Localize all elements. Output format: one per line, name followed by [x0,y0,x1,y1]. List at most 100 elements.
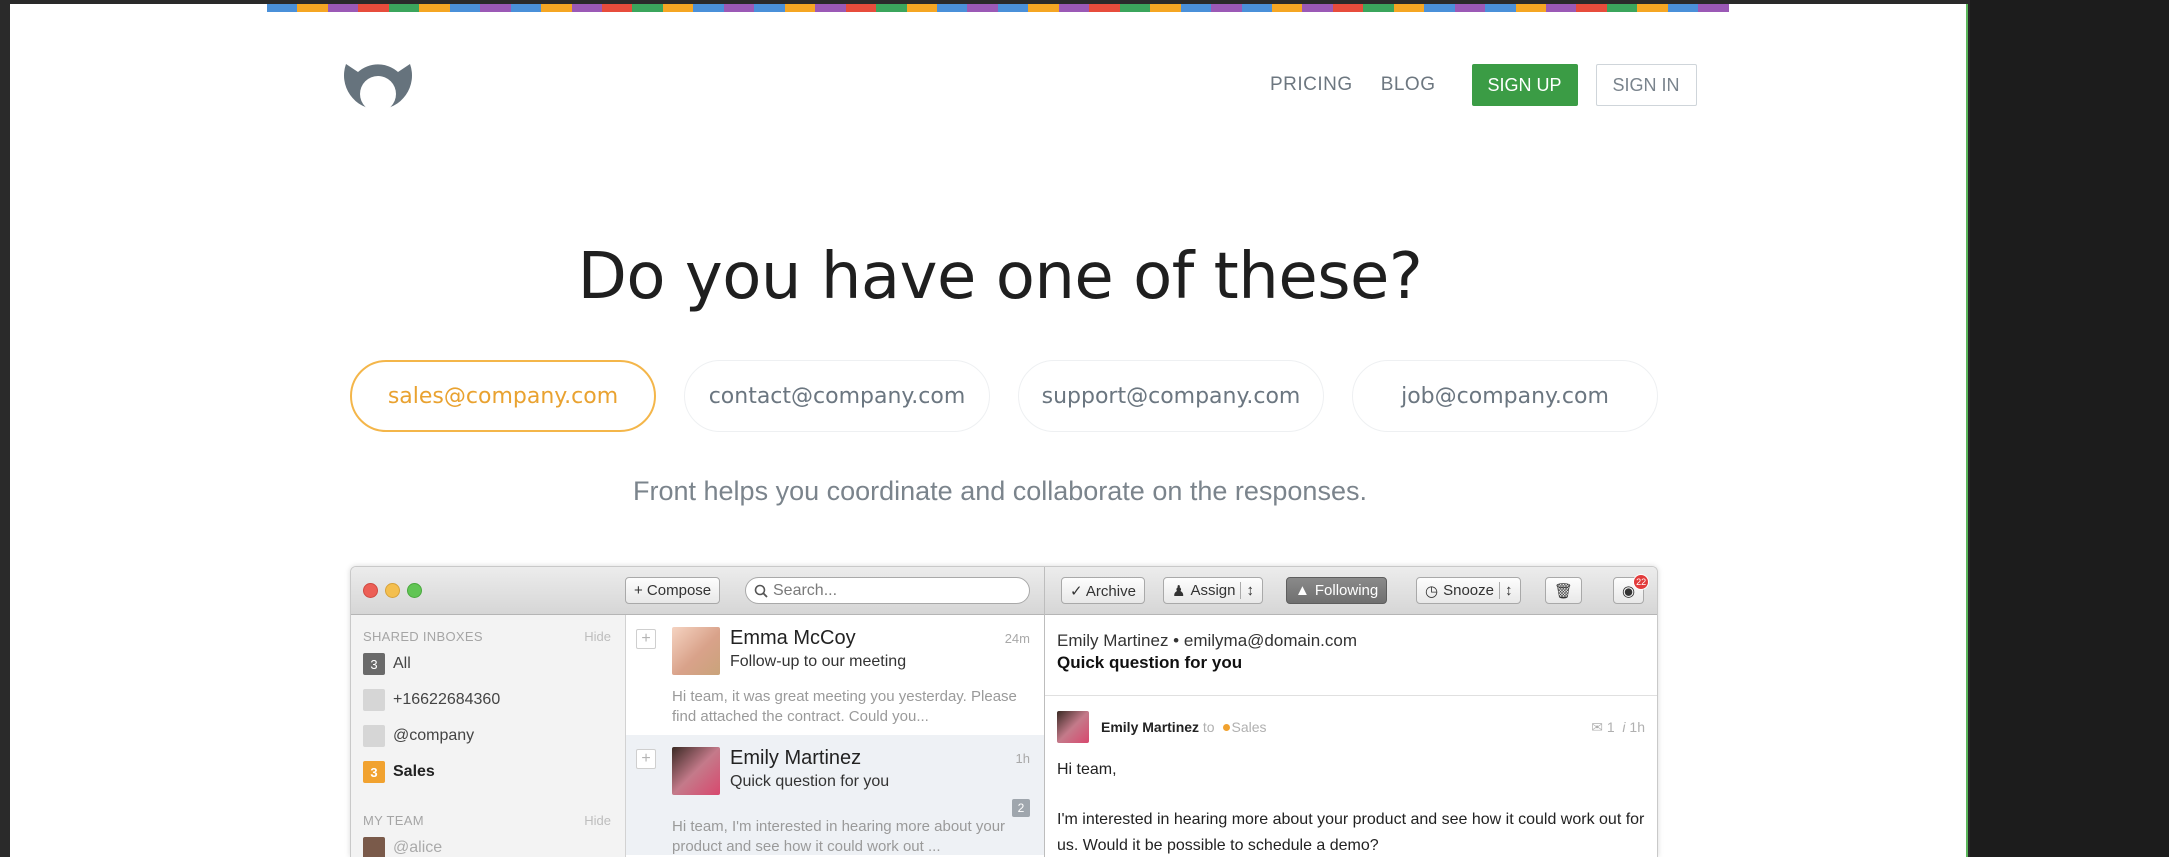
front-logo-icon[interactable] [338,58,418,124]
preview-text: Hi team, I'm interested in hearing more … [672,818,1006,855]
stripe-segment [327,4,359,12]
stripe-segment [815,4,846,12]
stripe-segment [1576,4,1607,12]
sign-up-button[interactable]: SIGN UP [1471,64,1578,106]
inbox-dot-icon [1222,724,1230,731]
avatar [1057,711,1089,743]
sign-in-button[interactable]: SIGN IN [1595,64,1697,106]
email-pill-support[interactable]: support@company.com [1018,360,1324,432]
hero-headline: Do you have one of these? [577,240,1423,314]
right-panel [1970,0,2169,857]
stepper-icon: ↕ [1240,582,1254,599]
plus-icon[interactable]: + [636,629,656,649]
avatar [672,627,720,675]
stripe-segment [571,4,602,12]
stripe-segment [541,4,572,12]
zoom-window-icon[interactable] [407,583,422,598]
stripe-segment [1332,4,1364,12]
search-input[interactable]: Search... [745,577,1030,604]
stripe-segment [1211,4,1242,12]
inbox-icon [363,725,385,747]
avatar [363,837,385,857]
message-count-badge: 2 [1012,799,1030,817]
message-time: 1h [1629,719,1645,735]
sidebar-item-label: +16622684360 [393,691,501,708]
stripe-segment [693,4,724,12]
list-item[interactable]: + Emma McCoy Follow-up to our meeting 24… [626,615,1044,735]
sidebar-item-all[interactable]: 3 All [363,653,411,675]
list-item[interactable]: + Emily Martinez Quick question for you … [626,735,1044,855]
stepper-icon: ↕ [1498,582,1512,599]
color-stripe [267,4,1729,12]
close-window-icon[interactable] [363,583,378,598]
following-button[interactable]: ▲ Following [1286,577,1388,604]
count-badge: 3 [363,761,385,783]
sidebar-item-label: Sales [393,763,435,780]
stripe-segment [1150,4,1181,12]
message-from: Emily Martinez • emilyma@domain.com [1057,631,1357,650]
assign-label: Assign [1190,582,1236,599]
divider [1045,695,1657,696]
notifications-button[interactable]: ◉ 22 [1613,574,1650,604]
stripe-segment [449,4,481,12]
stripe-segment [601,4,633,12]
info-icon[interactable]: i [1622,719,1625,735]
bell-icon: ▲ [1295,582,1310,599]
stripe-segment [480,4,511,12]
plus-icon[interactable]: + [636,749,656,769]
my-team-heading: MY TEAM [363,813,424,828]
stripe-segment [1363,4,1394,12]
stripe-segment [906,4,937,12]
hide-shared-link[interactable]: Hide [584,629,611,644]
top-nav: PRICING BLOG SIGN UP SIGN IN [1270,64,1697,106]
message-meta: Emily Martinez to Sales [1101,719,1267,735]
conversation-list: + Emma McCoy Follow-up to our meeting 24… [626,615,1044,857]
comment-count: 1 [1606,719,1615,735]
stripe-segment [297,4,328,12]
sidebar-item-label: @company [393,727,475,744]
sender-name: Emily Martinez [1101,719,1200,735]
trash-button[interactable]: 🗑 [1545,577,1583,604]
left-frame [0,0,10,857]
subject: Follow-up to our meeting [730,653,907,670]
sidebar-item-alice[interactable]: @alice [363,837,442,857]
trash-icon: 🗑 [1554,582,1574,600]
sidebar-item-company[interactable]: @company [363,725,474,747]
stripe-segment [358,4,389,12]
stripe-segment [967,4,998,12]
email-pills: sales@company.com contact@company.com su… [350,360,1658,432]
app-toolbar: + Compose Search... ✓ Archive ♟ Assign ↕… [351,567,1657,615]
stripe-segment [754,4,785,12]
stripe-segment [1271,4,1303,12]
stripe-segment [1302,4,1333,12]
stripe-segment [1698,4,1729,12]
stripe-segment [1424,4,1455,12]
stripe-segment [388,4,420,12]
stripe-segment [1028,4,1059,12]
stripe-segment [1485,4,1516,12]
message-meta-right: ✉ 1 i 1h [1591,719,1645,736]
hide-team-link[interactable]: Hide [584,813,611,828]
stripe-segment [267,4,298,12]
email-pill-job[interactable]: job@company.com [1352,360,1658,432]
compose-button[interactable]: + Compose [625,577,721,604]
message-subject: Quick question for you [1057,653,1243,672]
stripe-segment [845,4,877,12]
email-pill-sales[interactable]: sales@company.com [350,360,656,432]
stripe-segment [1180,4,1212,12]
message-detail: Emily Martinez • emilyma@domain.com Quic… [1045,615,1657,857]
sidebar-item-label: All [393,655,411,672]
sidebar-item-sales[interactable]: 3 Sales [363,761,435,783]
avatar [672,747,720,795]
email-pill-contact[interactable]: contact@company.com [684,360,990,432]
nav-blog-link[interactable]: BLOG [1381,74,1436,96]
nav-pricing-link[interactable]: PRICING [1270,74,1353,96]
archive-button[interactable]: ✓ Archive [1061,577,1145,604]
minimize-window-icon[interactable] [385,583,400,598]
sidebar-item-phone[interactable]: +16622684360 [363,689,500,711]
stripe-segment [1606,4,1638,12]
stripe-segment [936,4,968,12]
snooze-button[interactable]: ◷ Snooze ↕ [1416,577,1522,604]
comment-icon[interactable]: ✉ [1591,719,1603,735]
assign-button[interactable]: ♟ Assign ↕ [1163,577,1263,604]
